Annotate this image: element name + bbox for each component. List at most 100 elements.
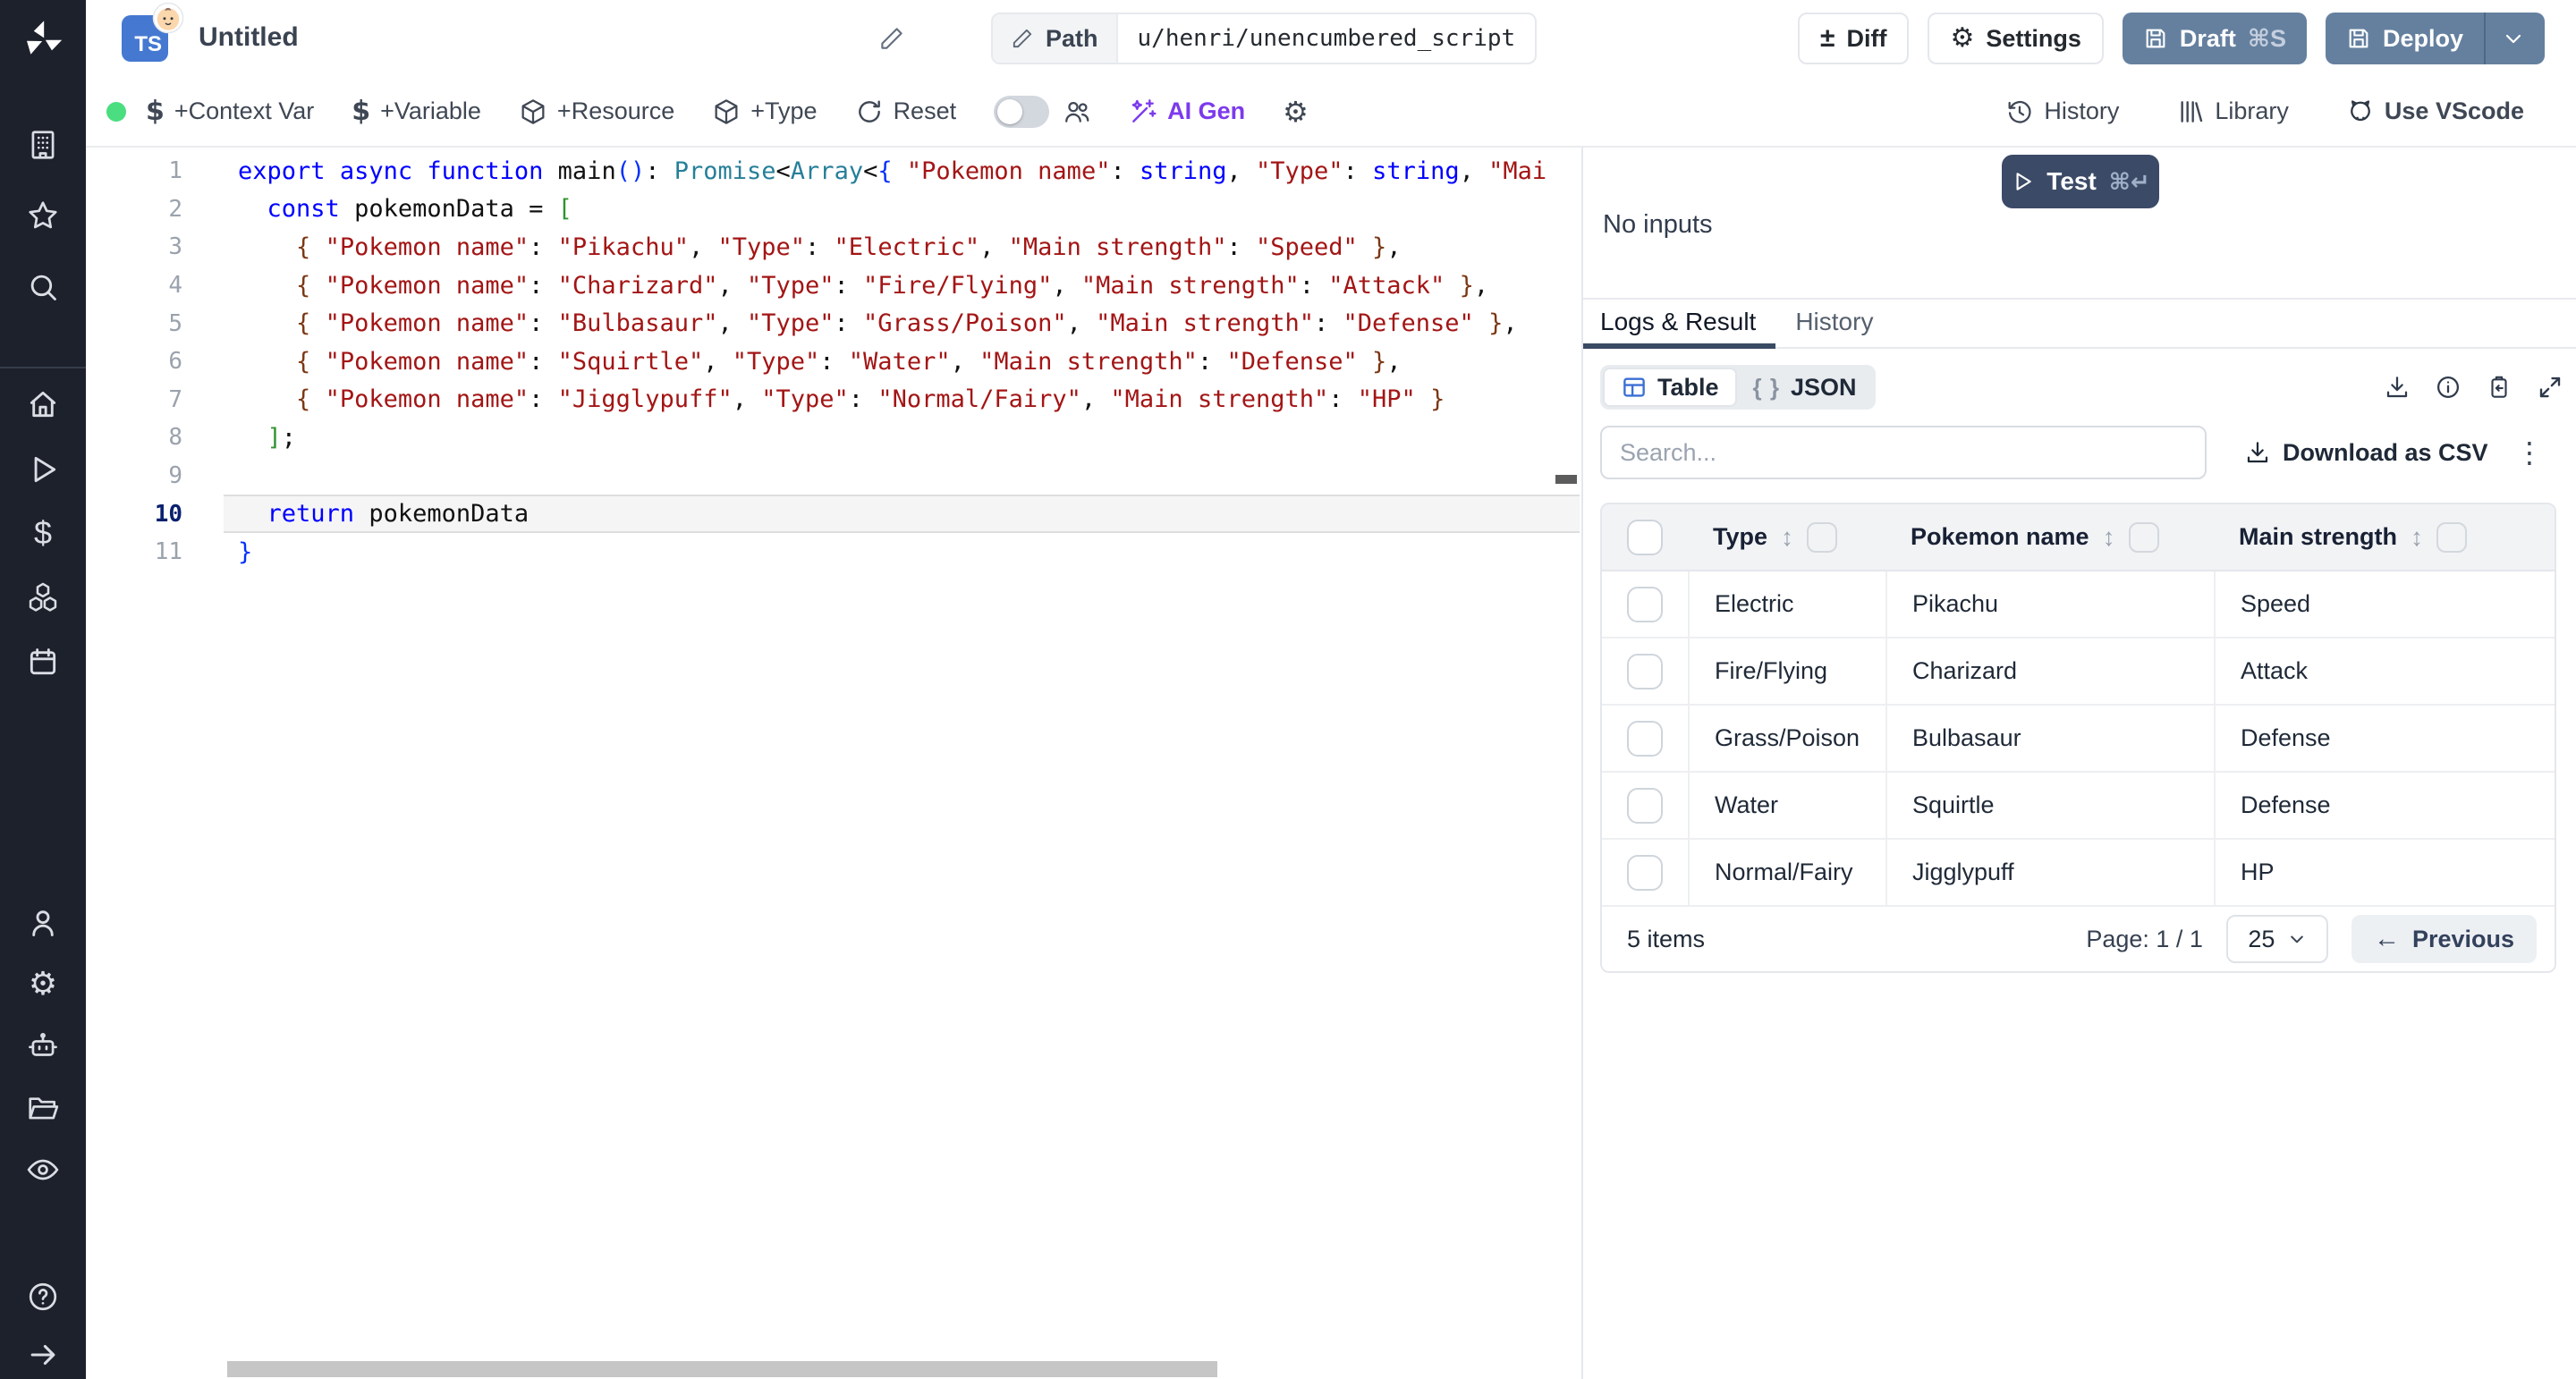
code-line[interactable]: 8 ];	[86, 419, 1580, 457]
previous-page-button[interactable]: ← Previous	[2351, 915, 2537, 963]
use-vscode-button[interactable]: Use VScode	[2346, 97, 2524, 126]
settings-button[interactable]: ⚙ Settings	[1928, 13, 2103, 64]
add-type-button[interactable]: +Type	[712, 97, 817, 126]
sidebar-divider	[0, 367, 86, 368]
code-line[interactable]: 1export async function main(): Promise<A…	[86, 152, 1580, 190]
code-line[interactable]: 7 { "Pokemon name": "Jigglypuff", "Type"…	[86, 381, 1580, 419]
table-cell: HP	[2214, 840, 2555, 905]
dollar-icon[interactable]: $	[23, 513, 63, 553]
line-number: 11	[86, 533, 224, 571]
code-line[interactable]: 5 { "Pokemon name": "Bulbasaur", "Type":…	[86, 304, 1580, 343]
folder-icon[interactable]	[23, 1088, 63, 1128]
checkbox[interactable]	[1627, 520, 1663, 555]
code-text: { "Pokemon name": "Charizard", "Type": "…	[224, 266, 1580, 305]
draft-button[interactable]: Draft ⌘S	[2123, 13, 2307, 64]
column-header: Pokemon name↕	[1885, 504, 2214, 570]
add-variable-button[interactable]: $ +Variable	[352, 96, 481, 127]
items-count: 5 items	[1627, 926, 1705, 953]
sort-icon[interactable]: ↕	[2411, 523, 2423, 552]
user-icon[interactable]	[23, 903, 63, 943]
deploy-button[interactable]: Deploy	[2326, 13, 2545, 64]
expand-sidebar-arrow-icon[interactable]	[23, 1335, 63, 1375]
view-table-button[interactable]: Table	[1603, 368, 1737, 407]
library-button[interactable]: Library	[2176, 97, 2289, 126]
checkbox[interactable]	[2436, 522, 2467, 553]
expand-icon[interactable]	[2537, 374, 2563, 401]
download-csv-button[interactable]: Download as CSV	[2244, 439, 2488, 467]
table-body: ElectricPikachuSpeedFire/FlyingCharizard…	[1602, 571, 2555, 907]
app-window: $ ⚙	[0, 0, 2576, 1379]
page-title: Untitled	[199, 22, 299, 53]
page-size-select[interactable]: 25	[2226, 915, 2328, 963]
tab-logs-result[interactable]: Logs & Result	[1583, 300, 1775, 349]
code-line[interactable]: 10 return pokemonData	[86, 495, 1580, 533]
code-text	[224, 457, 1580, 495]
cubes-icon[interactable]	[23, 578, 63, 617]
code-line[interactable]: 6 { "Pokemon name": "Squirtle", "Type": …	[86, 343, 1580, 381]
code-line[interactable]: 3 { "Pokemon name": "Pikachu", "Type": "…	[86, 228, 1580, 266]
select-all-cell	[1602, 504, 1688, 570]
path-field[interactable]: Path u/henri/unencumbered_script	[991, 13, 1537, 64]
horizontal-scrollbar[interactable]	[227, 1361, 1217, 1377]
checkbox[interactable]	[1627, 788, 1663, 824]
info-icon[interactable]	[2435, 374, 2462, 401]
edit-summary-pencil-icon[interactable]	[878, 25, 905, 52]
dollar-icon: $	[146, 96, 165, 127]
robot-icon[interactable]	[23, 1027, 63, 1066]
help-icon[interactable]	[23, 1277, 63, 1316]
chevron-down-icon[interactable]	[2503, 28, 2524, 49]
column-header-label: Type	[1713, 523, 1767, 551]
sort-icon[interactable]: ↕	[1781, 523, 1793, 552]
play-icon[interactable]	[23, 450, 63, 489]
building-icon[interactable]	[23, 125, 63, 165]
code-line[interactable]: 9	[86, 457, 1580, 495]
code-line[interactable]: 4 { "Pokemon name": "Charizard", "Type":…	[86, 266, 1580, 305]
calendar-icon[interactable]	[23, 642, 63, 681]
row-select-cell	[1602, 706, 1688, 771]
table-cell: Normal/Fairy	[1688, 840, 1885, 905]
checkbox[interactable]	[1627, 855, 1663, 891]
row-select-cell	[1602, 639, 1688, 704]
table-cell: Squirtle	[1885, 773, 2214, 838]
kebab-menu-icon[interactable]: ⋮	[2515, 438, 2544, 467]
code-line[interactable]: 11}	[86, 533, 1580, 571]
tab-history[interactable]: History	[1775, 300, 1893, 349]
save-icon	[2346, 26, 2371, 51]
line-number: 4	[86, 266, 224, 305]
checkbox[interactable]	[1627, 587, 1663, 622]
checkbox[interactable]	[1807, 522, 1837, 553]
home-icon[interactable]	[23, 385, 63, 424]
history-button[interactable]: History	[2005, 97, 2119, 126]
reset-button[interactable]: Reset	[855, 97, 957, 126]
search-icon[interactable]	[23, 267, 63, 307]
gear-icon: ⚙	[1950, 25, 1974, 52]
search-input[interactable]	[1600, 426, 2207, 479]
clipboard-copy-icon[interactable]	[2486, 374, 2512, 401]
test-button[interactable]: Test ⌘↵	[2002, 155, 2159, 208]
add-context-var-button[interactable]: $ +Context Var	[146, 96, 314, 127]
add-resource-button[interactable]: +Resource	[519, 97, 674, 126]
star-icon[interactable]	[23, 196, 63, 235]
diff-button[interactable]: ± Diff	[1798, 13, 1909, 64]
view-json-button[interactable]: { } JSON	[1737, 368, 1873, 407]
editor-toolbar: $ +Context Var $ +Variable +Resource +Ty…	[86, 77, 2576, 148]
wand-sparkles-icon	[1129, 97, 1157, 126]
sort-icon[interactable]: ↕	[2103, 523, 2115, 552]
checkbox[interactable]	[1627, 654, 1663, 690]
draft-shortcut: ⌘S	[2248, 25, 2286, 53]
checkbox[interactable]	[2129, 522, 2159, 553]
code-editor[interactable]: 1export async function main(): Promise<A…	[86, 148, 1580, 1379]
package-icon	[712, 97, 741, 126]
line-number: 2	[86, 190, 224, 229]
download-icon[interactable]	[2384, 374, 2411, 401]
windmill-logo-icon[interactable]	[21, 18, 64, 61]
settings-gear-icon[interactable]: ⚙	[23, 965, 63, 1004]
checkbox[interactable]	[1627, 721, 1663, 757]
script-settings-gear-icon[interactable]: ⚙	[1283, 97, 1309, 126]
ai-gen-button[interactable]: AI Gen	[1129, 97, 1245, 126]
collab-toggle[interactable]	[994, 96, 1049, 128]
table-row: Normal/FairyJigglypuffHP	[1602, 840, 2555, 907]
eye-icon[interactable]	[23, 1150, 63, 1189]
row-select-cell	[1602, 571, 1688, 637]
code-line[interactable]: 2 const pokemonData = [	[86, 190, 1580, 229]
